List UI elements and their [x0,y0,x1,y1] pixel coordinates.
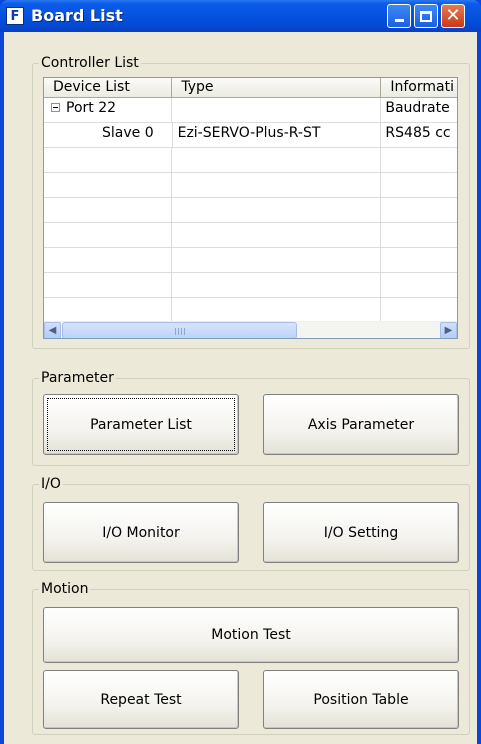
list-item [44,223,457,248]
list-item [44,298,457,323]
maximize-button[interactable] [414,4,438,28]
app-icon-letter: F [10,8,20,24]
window-title: Board List [31,6,123,25]
minimize-button[interactable] [387,4,411,28]
io-setting-button[interactable]: I/O Setting [263,502,459,563]
list-item [44,198,457,223]
device-name: Port 22 [66,100,117,116]
title-bar[interactable]: F Board List ✕ [0,0,481,32]
io-monitor-button[interactable]: I/O Monitor [43,502,239,563]
motion-label: Motion [39,580,91,598]
app-icon[interactable]: F [6,7,24,25]
column-header-information[interactable]: Informati [381,78,457,98]
controller-list-view[interactable]: Device List Type Informati Port 22 Baudr… [43,77,458,339]
close-button[interactable]: ✕ [441,4,465,28]
list-item-slave[interactable]: Slave 0 Ezi-SERVO-Plus-R-ST RS485 cc [44,123,457,148]
device-cell: Slave 0 [44,123,173,147]
list-item-port[interactable]: Port 22 Baudrate [44,98,457,123]
position-table-button[interactable]: Position Table [263,670,459,729]
controller-list-label: Controller List [39,54,141,72]
horizontal-scrollbar[interactable]: ◀ ▶ [44,321,457,338]
parameter-list-button[interactable]: Parameter List [43,394,239,455]
list-item [44,148,457,173]
info-cell: Baudrate [385,100,450,116]
motion-test-button[interactable]: Motion Test [43,607,459,663]
grip-icon [175,328,185,335]
minimize-icon [394,19,404,22]
list-header: Device List Type Informati [44,78,457,98]
scroll-left-icon[interactable]: ◀ [44,322,61,338]
list-rows: Port 22 Baudrate Slave 0 Ezi-SERVO-Plus-… [44,98,457,323]
list-item [44,248,457,273]
repeat-test-button[interactable]: Repeat Test [43,670,239,729]
maximize-icon [420,10,432,22]
board-list-window: F Board List ✕ Controller List Device Li… [0,0,481,744]
type-cell: Ezi-SERVO-Plus-R-ST [173,123,382,147]
parameter-label: Parameter [39,369,116,387]
close-icon: ✕ [445,5,461,26]
collapse-icon[interactable] [51,102,60,112]
device-cell: Port 22 [44,98,173,122]
scroll-right-icon[interactable]: ▶ [440,322,457,338]
scroll-thumb[interactable] [62,322,297,338]
column-header-device-list[interactable]: Device List [44,78,173,98]
list-item [44,173,457,198]
column-header-type[interactable]: Type [172,78,382,98]
axis-parameter-button[interactable]: Axis Parameter [263,394,459,455]
list-item [44,273,457,298]
info-cell: RS485 cc [385,125,451,141]
type-cell [172,98,382,122]
io-label: I/O [39,475,63,493]
